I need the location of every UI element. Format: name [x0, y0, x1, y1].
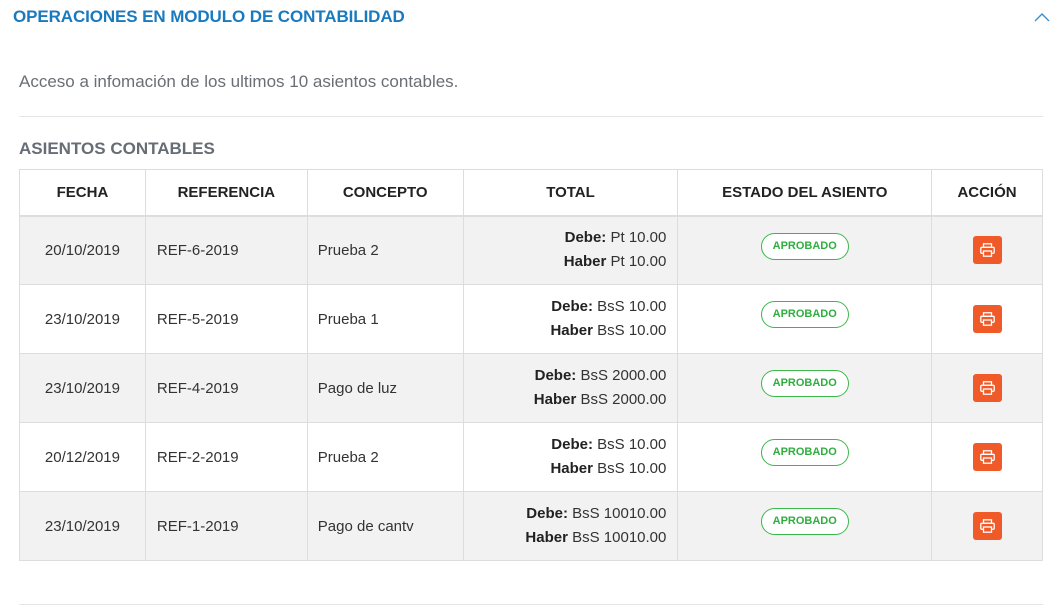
debe-value: BsS 10.00	[597, 298, 667, 315]
print-icon	[979, 519, 995, 533]
cell-concepto: Pago de cantv	[306, 491, 464, 561]
cell-fecha: 23/10/2019	[19, 284, 146, 354]
accounting-entries-table: FECHA REFERENCIA CONCEPTO TOTAL ESTADO D…	[19, 169, 1043, 561]
cell-estado: APROBADO	[677, 422, 933, 492]
status-badge: APROBADO	[760, 439, 849, 466]
cell-fecha: 23/10/2019	[19, 491, 146, 561]
cell-accion	[931, 353, 1043, 423]
haber-value: BsS 10.00	[597, 460, 667, 477]
status-badge: APROBADO	[760, 232, 849, 260]
cell-concepto: Pago de luz	[306, 353, 464, 423]
cell-total: Debe: BsS 10.00 Haber BsS 10.00	[462, 284, 679, 354]
cell-referencia: REF-1-2019	[144, 491, 308, 561]
print-button[interactable]	[972, 512, 1002, 540]
table-row: 23/10/2019 REF-1-2019 Pago de cantv Debe…	[19, 491, 1043, 561]
print-icon	[979, 312, 995, 326]
cell-estado: APROBADO	[677, 353, 933, 423]
haber-value: BsS 10.00	[597, 322, 667, 339]
table-row: 20/12/2019 REF-2-2019 Prueba 2 Debe: BsS…	[19, 422, 1043, 492]
status-badge: APROBADO	[760, 370, 849, 397]
haber-label: Haber	[533, 391, 577, 408]
status-badge: APROBADO	[760, 508, 849, 535]
chevron-up-icon[interactable]	[1033, 10, 1051, 24]
cell-estado: APROBADO	[677, 491, 933, 561]
print-button[interactable]	[972, 305, 1002, 333]
cell-total: Debe: Pt 10.00 Haber Pt 10.00	[462, 215, 679, 285]
cell-total: Debe: BsS 10010.00 Haber BsS 10010.00	[462, 491, 679, 561]
panel-title: OPERACIONES EN MODULO DE CONTABILIDAD	[13, 7, 405, 26]
debe-label: Debe:	[564, 229, 607, 247]
print-button[interactable]	[972, 443, 1002, 471]
cell-referencia: REF-5-2019	[144, 284, 308, 354]
debe-label: Debe:	[551, 436, 593, 453]
haber-label: Haber	[550, 322, 593, 339]
print-icon	[979, 381, 995, 395]
cell-total: Debe: BsS 2000.00 Haber BsS 2000.00	[462, 353, 679, 423]
table-row: 20/10/2019 REF-6-2019 Prueba 2 Debe: Pt …	[19, 215, 1043, 285]
debe-label: Debe:	[526, 505, 568, 522]
cell-accion	[931, 284, 1043, 354]
cell-concepto: Prueba 2	[306, 215, 464, 285]
debe-label: Debe:	[534, 367, 577, 384]
print-icon	[979, 243, 995, 258]
cell-concepto: Prueba 2	[306, 422, 464, 492]
cell-estado: APROBADO	[677, 284, 933, 354]
table-row: 23/10/2019 REF-5-2019 Prueba 1 Debe: BsS…	[19, 284, 1043, 354]
cell-accion	[931, 491, 1043, 561]
cell-fecha: 23/10/2019	[19, 353, 146, 423]
debe-label: Debe:	[551, 298, 593, 315]
haber-value: BsS 10010.00	[572, 529, 667, 546]
column-header-total[interactable]: TOTAL	[462, 169, 679, 217]
divider	[19, 604, 1043, 605]
print-button[interactable]	[972, 236, 1002, 265]
cell-fecha: 20/10/2019	[19, 215, 146, 285]
haber-label: Haber	[525, 529, 568, 546]
panel-header: OPERACIONES EN MODULO DE CONTABILIDAD	[0, 0, 1063, 34]
divider	[19, 116, 1043, 117]
table-row: 23/10/2019 REF-4-2019 Pago de luz Debe: …	[19, 353, 1043, 423]
section-title: ASIENTOS CONTABLES	[19, 139, 215, 158]
debe-value: Pt 10.00	[610, 229, 667, 247]
print-button[interactable]	[972, 374, 1002, 402]
status-badge: APROBADO	[760, 301, 849, 328]
print-icon	[979, 450, 995, 464]
haber-value: BsS 2000.00	[580, 391, 667, 408]
cell-referencia: REF-6-2019	[144, 215, 308, 285]
cell-referencia: REF-2-2019	[144, 422, 308, 492]
column-header-fecha[interactable]: FECHA	[19, 169, 146, 217]
column-header-referencia[interactable]: REFERENCIA	[144, 169, 308, 217]
column-header-accion[interactable]: ACCIÓN	[931, 169, 1043, 217]
cell-referencia: REF-4-2019	[144, 353, 308, 423]
cell-concepto: Prueba 1	[306, 284, 464, 354]
haber-value: Pt 10.00	[610, 253, 667, 271]
cell-total: Debe: BsS 10.00 Haber BsS 10.00	[462, 422, 679, 492]
cell-accion	[931, 422, 1043, 492]
table-header-row: FECHA REFERENCIA CONCEPTO TOTAL ESTADO D…	[19, 169, 1043, 217]
cell-accion	[931, 215, 1043, 285]
cell-estado: APROBADO	[677, 215, 933, 285]
debe-value: BsS 10010.00	[572, 505, 667, 522]
cell-fecha: 20/12/2019	[19, 422, 146, 492]
intro-text: Acceso a infomación de los ultimos 10 as…	[19, 72, 459, 91]
haber-label: Haber	[563, 253, 607, 271]
column-header-concepto[interactable]: CONCEPTO	[306, 169, 464, 217]
debe-value: BsS 2000.00	[580, 367, 667, 384]
debe-value: BsS 10.00	[597, 436, 667, 453]
haber-label: Haber	[550, 460, 593, 477]
column-header-estado[interactable]: ESTADO DEL ASIENTO	[677, 169, 933, 217]
